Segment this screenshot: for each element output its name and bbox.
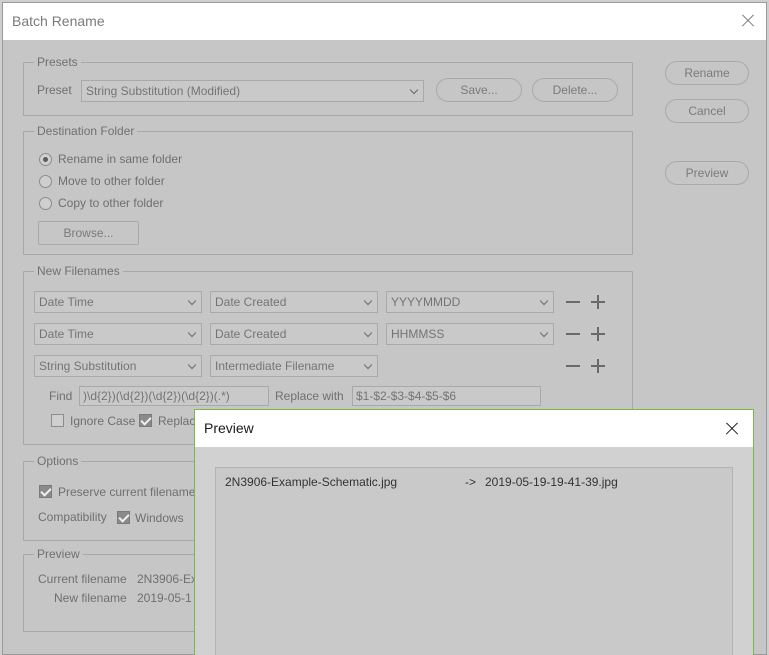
preview-original-filename: 2N3906-Example-Schematic.jpg — [225, 475, 398, 489]
ignore-case-label: Ignore Case — [70, 414, 136, 428]
row3-type-value: String Substitution — [39, 359, 137, 373]
new-filename-label: New filename — [54, 591, 127, 605]
row1-source-value: Date Created — [215, 295, 287, 309]
radio-label-move-folder: Move to other folder — [58, 174, 165, 188]
row3-source-value: Intermediate Filename — [215, 359, 335, 373]
replace-input[interactable]: $1-$2-$3-$4-$5-$6 — [352, 386, 541, 406]
cancel-button[interactable]: Cancel — [665, 99, 749, 123]
new-filenames-legend: New Filenames — [34, 263, 123, 279]
chevron-down-icon — [539, 328, 549, 338]
row1-type-value: Date Time — [39, 295, 94, 309]
preview-dialog-title: Preview — [204, 420, 254, 436]
row1-type-select[interactable]: Date Time — [34, 291, 202, 313]
new-filename-value: 2019-05-1 — [137, 591, 192, 605]
radio-move-folder[interactable] — [39, 175, 52, 188]
preview-button[interactable]: Preview — [665, 161, 749, 185]
current-filename-label: Current filename — [38, 572, 127, 586]
radio-copy-folder[interactable] — [39, 197, 52, 210]
options-legend: Options — [34, 453, 82, 469]
chevron-down-icon — [363, 328, 373, 338]
current-filename-value: 2N3906-Ex — [137, 572, 198, 586]
rename-button[interactable]: Rename — [665, 61, 749, 85]
chevron-down-icon — [187, 360, 197, 370]
row3-remove-icon[interactable] — [566, 359, 580, 373]
find-label: Find — [49, 389, 73, 403]
title-bar: Batch Rename — [3, 3, 766, 40]
close-icon[interactable] — [717, 414, 747, 444]
row2-source-select[interactable]: Date Created — [210, 323, 378, 345]
replace-with-label: Replace with — [275, 389, 344, 403]
row1-remove-icon[interactable] — [566, 295, 580, 309]
row1-format-value: YYYYMMDD — [391, 295, 461, 309]
preview-legend: Preview — [34, 546, 83, 562]
row2-format-select[interactable]: HHMMSS — [386, 323, 554, 345]
row3-add-icon[interactable] — [591, 359, 605, 373]
chevron-down-icon — [187, 328, 197, 338]
compatibility-label: Compatibility — [38, 510, 107, 524]
find-input[interactable]: )\d{2})(\d{2})(\d{2})(\d{2})(.*) — [79, 386, 269, 406]
preview-list[interactable]: 2N3906-Example-Schematic.jpg -> 2019-05-… — [215, 467, 733, 655]
destination-legend: Destination Folder — [34, 123, 138, 139]
row2-type-select[interactable]: Date Time — [34, 323, 202, 345]
delete-preset-button[interactable]: Delete... — [532, 78, 618, 102]
row2-remove-icon[interactable] — [566, 327, 580, 341]
row3-source-select[interactable]: Intermediate Filename — [210, 355, 378, 377]
destination-folder-group: Destination Folder Rename in same folder… — [23, 123, 633, 255]
presets-group: Presets Preset String Substitution (Modi… — [23, 54, 633, 116]
chevron-down-icon — [363, 360, 373, 370]
presets-legend: Presets — [34, 54, 81, 70]
row2-format-value: HHMMSS — [391, 327, 445, 341]
preset-select[interactable]: String Substitution (Modified) — [81, 80, 424, 102]
radio-label-same-folder: Rename in same folder — [58, 152, 183, 166]
browse-button[interactable]: Browse... — [38, 221, 139, 245]
preview-dialog: Preview 2N3906-Example-Schematic.jpg -> … — [194, 409, 754, 655]
list-item[interactable]: 2N3906-Example-Schematic.jpg -> 2019-05-… — [225, 475, 618, 489]
windows-checkbox[interactable] — [117, 511, 130, 524]
window-title: Batch Rename — [12, 13, 105, 29]
arrow-text: -> — [465, 475, 477, 489]
row1-format-select[interactable]: YYYYMMDD — [386, 291, 554, 313]
preserve-filename-checkbox[interactable] — [39, 485, 52, 498]
replace-all-label: Replac — [158, 414, 196, 428]
close-icon[interactable] — [733, 6, 763, 36]
replace-all-checkbox[interactable] — [139, 414, 152, 427]
preview-new-filename: 2019-05-19-19-41-39.jpg — [485, 475, 618, 489]
row2-add-icon[interactable] — [591, 327, 605, 341]
chevron-down-icon — [539, 296, 549, 306]
radio-same-folder[interactable] — [39, 153, 52, 166]
row2-source-value: Date Created — [215, 327, 287, 341]
row1-add-icon[interactable] — [591, 295, 605, 309]
chevron-down-icon — [363, 296, 373, 306]
preset-label: Preset — [37, 83, 72, 97]
preset-select-value: String Substitution (Modified) — [86, 84, 241, 98]
row2-type-value: Date Time — [39, 327, 94, 341]
row1-source-select[interactable]: Date Created — [210, 291, 378, 313]
row3-type-select[interactable]: String Substitution — [34, 355, 202, 377]
save-preset-button[interactable]: Save... — [436, 78, 522, 102]
chevron-down-icon — [187, 296, 197, 306]
windows-label: Windows — [135, 511, 184, 525]
radio-label-copy-folder: Copy to other folder — [58, 196, 164, 210]
preview-title-bar: Preview — [195, 410, 753, 447]
chevron-down-icon — [409, 85, 419, 95]
ignore-case-checkbox[interactable] — [51, 414, 64, 427]
preserve-filename-label: Preserve current filename — [58, 485, 196, 499]
